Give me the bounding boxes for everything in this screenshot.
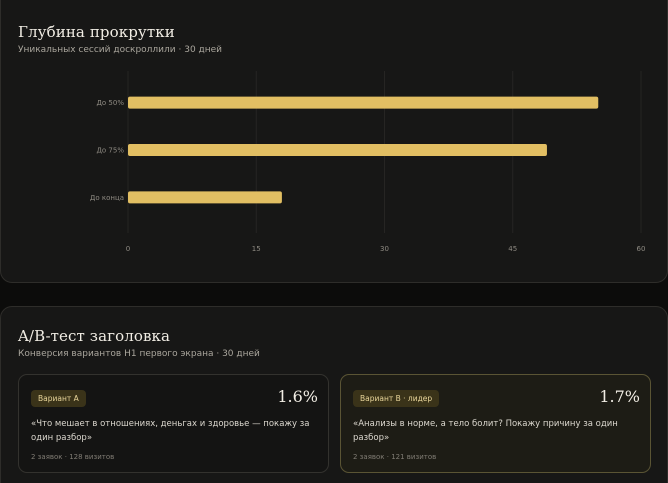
bar[interactable] [128,191,282,204]
x-tick-label: 15 [252,245,261,253]
variant-a-conversion-rate: 1.6% [277,387,318,406]
variant-b-badge: Вариант B · лидер [353,390,440,407]
category-label: До конца [90,194,124,202]
variant-b-conversion-rate: 1.7% [599,387,640,406]
variant-b-headline: «Анализы в норме, а тело болит? Покажу п… [353,419,618,443]
x-tick-label: 45 [508,245,517,253]
ab-test-card: A/B-тест заголовка Конверсия вариантов H… [0,306,668,483]
x-tick-label: 0 [126,245,130,253]
variant-a-stats: 2 заявок · 128 визитов [31,453,115,461]
ab-test-title: A/B-тест заголовка [18,327,171,345]
variant-b-card[interactable]: Вариант B · лидер 1.7% «Анализы в норме,… [340,374,651,473]
ab-test-subtitle: Конверсия вариантов H1 первого экрана · … [18,349,260,359]
variant-a-card[interactable]: Вариант A 1.6% «Что мешает в отношениях,… [18,374,329,473]
bar[interactable] [128,144,547,156]
category-label: До 75% [96,147,124,155]
scroll-depth-card: Глубина прокрутки Уникальных сессий доск… [0,0,668,283]
category-label: До 50% [96,99,124,107]
x-tick-label: 30 [380,245,389,253]
variant-a-headline: «Что мешает в отношениях, деньгах и здор… [31,419,310,443]
x-tick-label: 60 [637,245,646,253]
variant-b-stats: 2 заявок · 121 визитов [353,453,437,461]
scroll-depth-chart: 0 15 30 45 60 До 50% До 75% До конца [90,71,646,253]
bar[interactable] [128,96,599,109]
variant-a-badge: Вариант A [31,390,86,407]
